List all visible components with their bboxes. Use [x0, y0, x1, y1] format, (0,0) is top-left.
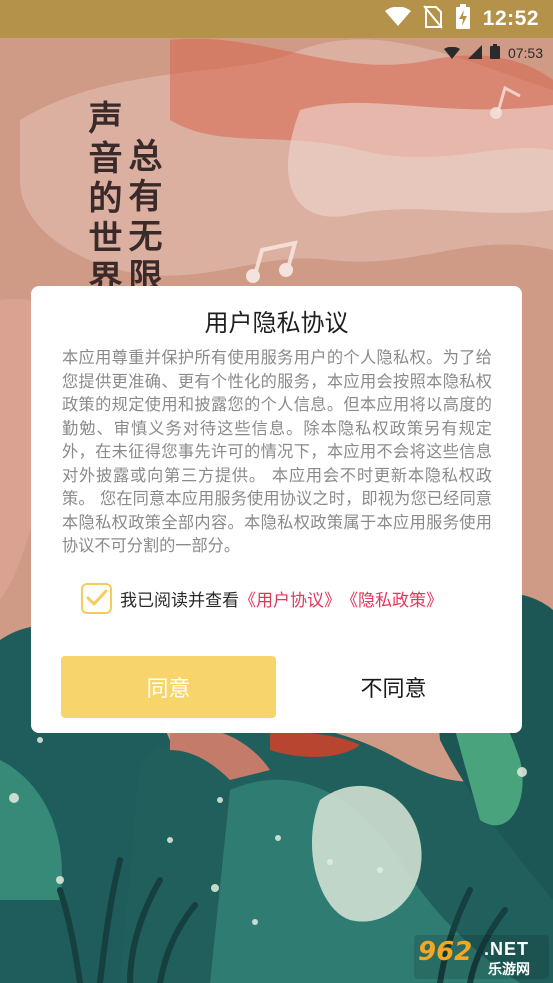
watermark-number: 962: [418, 937, 473, 967]
dialog-title: 用户隐私协议: [204, 309, 349, 337]
dialog-overlay: 用户隐私协议 本应用尊重并保护所有使用服务用户的个人隐私权。为了给您提供更准确、…: [0, 0, 553, 983]
watermark-chinese: 乐游网: [488, 962, 530, 978]
watermark-domain: .NET: [484, 939, 530, 959]
privacy-dialog: 用户隐私协议 本应用尊重并保护所有使用服务用户的个人隐私权。为了给您提供更准确、…: [31, 286, 522, 733]
disagree-button[interactable]: 不同意: [286, 656, 501, 718]
agree-button[interactable]: 同意: [61, 656, 276, 718]
consent-row: 我已阅读并查看 《用户协议》 《隐私政策》: [81, 582, 443, 614]
consent-label: 我已阅读并查看: [120, 590, 239, 611]
user-agreement-link[interactable]: 《用户协议》: [239, 586, 341, 611]
privacy-policy-link[interactable]: 《隐私政策》: [341, 586, 443, 611]
privacy-policy-text: 本应用尊重并保护所有使用服务用户的个人隐私权。为了给您提供更准确、更有个性化的服…: [62, 348, 492, 555]
consent-checkbox[interactable]: [81, 582, 112, 614]
watermark-logo: 962 .NET 乐游网: [414, 935, 549, 979]
check-icon: [86, 589, 107, 606]
